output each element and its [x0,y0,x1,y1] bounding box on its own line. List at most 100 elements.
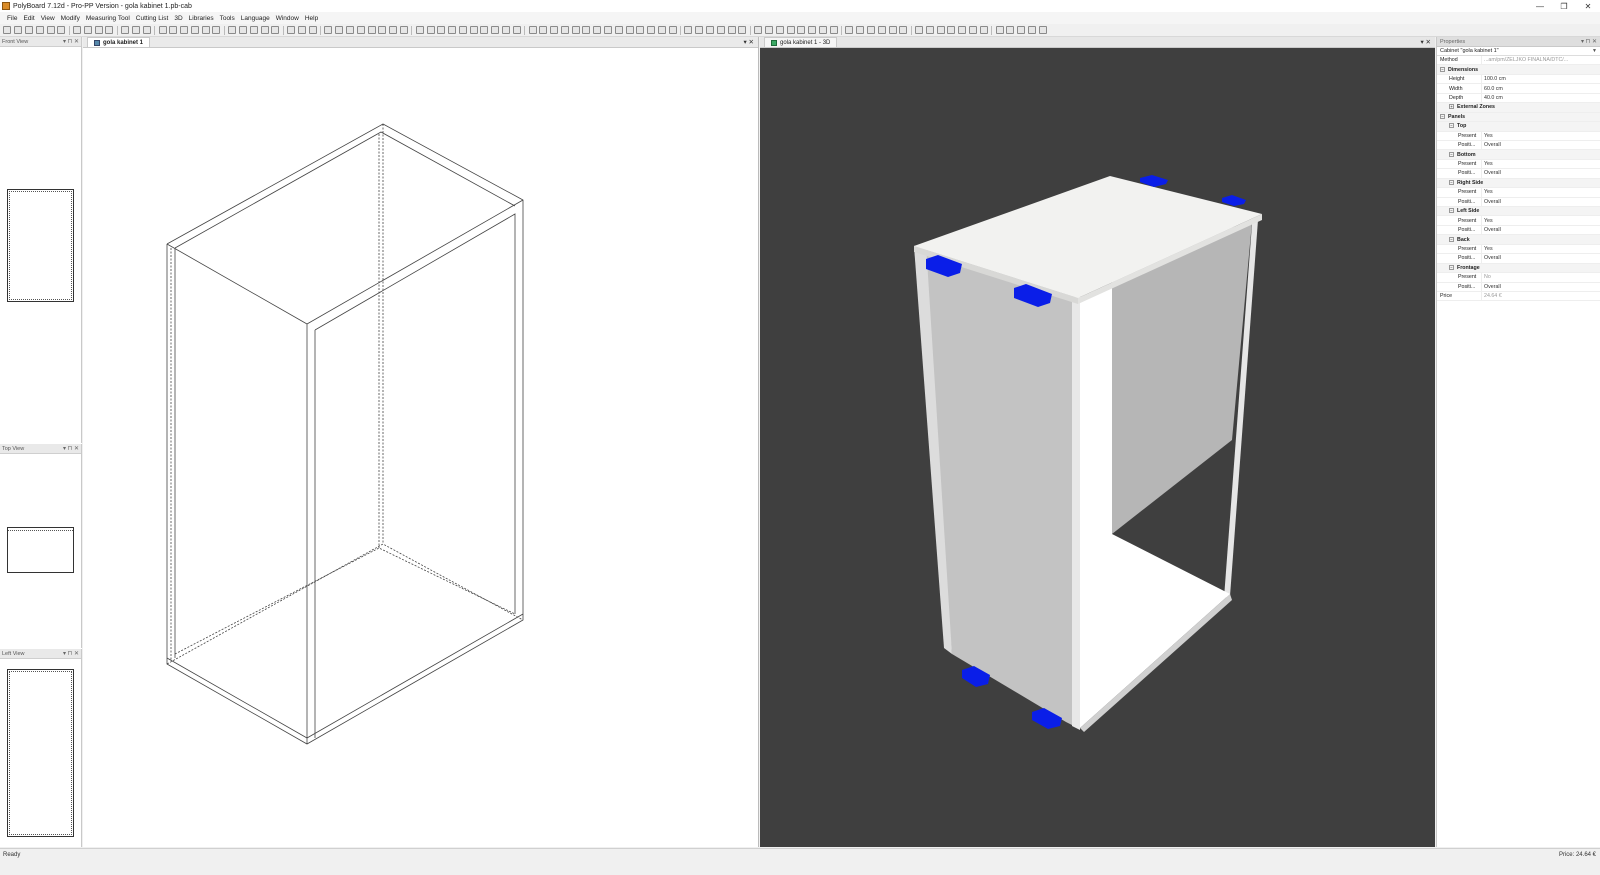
toolbar-tool-icon[interactable] [786,26,795,34]
toolbar-tool-icon[interactable] [571,26,580,34]
toolbar-tool-icon[interactable] [979,26,988,34]
property-row[interactable]: Present Yes [1437,131,1600,141]
toolbar-tool-icon[interactable] [738,26,747,34]
menu-file[interactable]: File [4,15,20,22]
toolbar-tool-icon[interactable] [180,26,189,34]
property-value[interactable]: 60.0 cm [1481,84,1600,93]
toolbar-tool-icon[interactable] [647,26,656,34]
toolbar-tool-icon[interactable] [83,26,92,34]
toolbar-tool-icon[interactable] [378,26,387,34]
3d-viewport[interactable] [760,48,1435,847]
toolbar-tool-icon[interactable] [448,26,457,34]
property-group-row[interactable]: + External Zones [1437,103,1600,113]
property-row[interactable]: Method ...am/pm/ZELJKO FINALNA/DTC/... [1437,56,1600,66]
property-row[interactable]: Depth 40.0 cm [1437,93,1600,104]
toolbar-tool-icon[interactable] [201,26,210,34]
close-window-button[interactable]: ✕ [1576,0,1600,12]
toolbar-tool-icon[interactable] [1017,26,1026,34]
property-row[interactable]: Positi... Overall [1437,197,1600,207]
property-group-row[interactable]: − Dimensions [1437,65,1600,75]
property-value[interactable]: Overall [1481,197,1600,206]
property-group-row[interactable]: − Panels [1437,112,1600,123]
toolbar-tool-icon[interactable] [271,26,280,34]
toolbar-tool-icon[interactable] [228,26,237,34]
toolbar-tool-icon[interactable] [131,26,140,34]
property-group-row[interactable]: − Right Side [1437,178,1600,189]
menu-tools[interactable]: Tools [217,15,238,22]
toolbar-tool-icon[interactable] [24,26,33,34]
toolbar-tool-icon[interactable] [121,26,130,34]
toolbar-tool-icon[interactable] [415,26,424,34]
toolbar-tool-icon[interactable] [399,26,408,34]
toolbar-tool-icon[interactable] [212,26,221,34]
tab-gola-kabinet-1[interactable]: gola kabinet 1 [87,37,151,47]
property-row[interactable]: Present Yes [1437,216,1600,226]
collapse-icon[interactable]: − [1440,66,1445,72]
toolbar-tool-icon[interactable] [625,26,634,34]
toolbar-tool-icon[interactable] [856,26,865,34]
toolbar-tool-icon[interactable] [775,26,784,34]
toolbar-tool-icon[interactable] [808,26,817,34]
wireframe-viewport[interactable] [83,48,759,847]
toolbar-tool-icon[interactable] [915,26,924,34]
toolbar-tool-icon[interactable] [287,26,296,34]
toolbar-tool-icon[interactable] [888,26,897,34]
toolbar-tool-icon[interactable] [695,26,704,34]
property-value[interactable]: Yes [1481,244,1600,254]
property-row[interactable]: Present Yes [1437,159,1600,170]
toolbar-tool-icon[interactable] [754,26,763,34]
collapse-icon[interactable]: − [1449,123,1454,129]
toolbar-tool-icon[interactable] [512,26,521,34]
front-view-thumbnail[interactable] [7,189,74,302]
toolbar-tool-icon[interactable] [356,26,365,34]
toolbar-tool-icon[interactable] [239,26,248,34]
toolbar-tool-icon[interactable] [480,26,489,34]
property-value[interactable]: Overall [1481,282,1600,291]
minimize-button[interactable]: — [1528,0,1552,12]
left-view-panel-buttons[interactable]: ▾ ⊓ ✕ [63,650,79,657]
property-row[interactable]: Height 100.0 cm [1437,74,1600,85]
toolbar-tool-icon[interactable] [958,26,967,34]
toolbar-tool-icon[interactable] [995,26,1004,34]
property-value[interactable]: 24.64 € [1481,291,1600,301]
property-group-row[interactable]: − Top [1437,122,1600,132]
property-row[interactable]: Positi... Overall [1437,140,1600,151]
collapse-icon[interactable]: − [1449,179,1454,185]
toolbar-tool-icon[interactable] [105,26,114,34]
toolbar-tool-icon[interactable] [614,26,623,34]
restore-button[interactable]: ❐ [1552,0,1576,12]
menu-cutting-list[interactable]: Cutting List [133,15,172,22]
toolbar-tool-icon[interactable] [367,26,376,34]
toolbar-tool-icon[interactable] [346,26,355,34]
property-value[interactable]: ...am/pm/ZELJKO FINALNA/DTC/... [1481,56,1600,65]
3d-tab-controls[interactable]: ▾ ✕ [1420,38,1431,46]
toolbar-tool-icon[interactable] [335,26,344,34]
toolbar-tool-icon[interactable] [389,26,398,34]
property-value[interactable]: No [1481,273,1600,282]
toolbar-tool-icon[interactable] [550,26,559,34]
menu-language[interactable]: Language [238,15,273,22]
toolbar-tool-icon[interactable] [437,26,446,34]
toolbar-tool-icon[interactable] [969,26,978,34]
toolbar-tool-icon[interactable] [764,26,773,34]
toolbar-tool-icon[interactable] [539,26,548,34]
toolbar-tool-icon[interactable] [260,26,269,34]
wireframe-tab-controls[interactable]: ▾ ✕ [743,38,754,46]
toolbar-tool-icon[interactable] [797,26,806,34]
collapse-icon[interactable]: − [1449,151,1454,157]
toolbar-tool-icon[interactable] [657,26,666,34]
toolbar-tool-icon[interactable] [94,26,103,34]
toolbar-tool-icon[interactable] [845,26,854,34]
property-value[interactable]: Overall [1481,254,1600,263]
property-value[interactable]: Yes [1481,159,1600,169]
toolbar-tool-icon[interactable] [169,26,178,34]
collapse-icon[interactable]: − [1449,236,1454,242]
expand-icon[interactable]: + [1449,104,1454,110]
toolbar-tool-icon[interactable] [727,26,736,34]
left-view-thumbnail[interactable] [7,669,74,837]
property-row[interactable]: Positi... Overall [1437,225,1600,236]
toolbar-tool-icon[interactable] [469,26,478,34]
property-value[interactable]: Overall [1481,169,1600,178]
menu-measuring-tool[interactable]: Measuring Tool [83,15,133,22]
menu-3d[interactable]: 3D [171,15,185,22]
